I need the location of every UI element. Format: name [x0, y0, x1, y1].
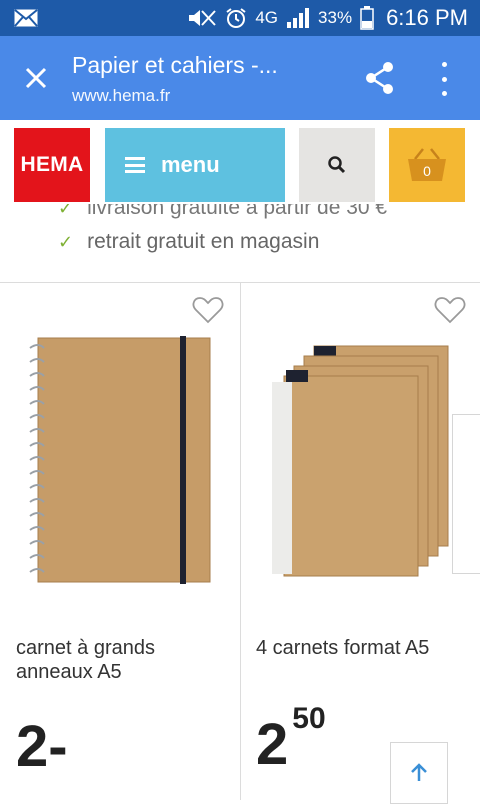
wishlist-heart-icon[interactable] [434, 296, 466, 324]
hamburger-icon [125, 157, 145, 173]
check-icon: ✓ [58, 231, 74, 252]
price-cents: 50 [292, 702, 326, 735]
share-button[interactable] [362, 58, 398, 98]
network-type: 4G [255, 8, 279, 27]
product-name[interactable]: carnet à grands anneaux A5 [16, 636, 226, 684]
next-product-card-edge [452, 414, 480, 574]
battery-percent: 33% [318, 8, 353, 27]
share-icon [366, 62, 393, 94]
product-price: 2 50 [256, 704, 338, 774]
page-title: Papier et cahiers -... [72, 52, 278, 78]
product-name[interactable]: 4 carnets format A5 [256, 636, 470, 660]
search-button[interactable] [299, 128, 375, 202]
battery-icon [360, 6, 374, 30]
scroll-to-top-button[interactable] [390, 742, 448, 804]
hema-logo[interactable]: HEMA [14, 128, 90, 202]
product-image-spiral-notebook[interactable] [26, 336, 212, 586]
benefit-item: ✓ retrait gratuit en magasin [58, 229, 319, 255]
cart-count: 0 [423, 163, 431, 179]
more-vert-icon [441, 62, 447, 67]
price-main: 2 [16, 714, 49, 779]
arrow-up-icon [411, 763, 427, 781]
cart-button[interactable]: 0 [389, 128, 465, 202]
page-url: www.hema.fr [72, 86, 171, 105]
alarm-icon [226, 8, 246, 28]
close-button[interactable] [18, 60, 54, 96]
price-main: 2 [256, 712, 289, 777]
menu-button[interactable]: menu [105, 128, 285, 202]
more-options-button[interactable] [434, 62, 454, 96]
search-icon [328, 156, 346, 174]
product-price: 2- [16, 718, 68, 776]
column-divider [240, 283, 241, 800]
email-icon [14, 9, 38, 27]
mute-icon [189, 10, 217, 26]
site-header: HEMA menu 0 [0, 120, 480, 208]
basket-icon: 0 [408, 148, 446, 181]
menu-label: menu [161, 152, 220, 177]
signal-icon [287, 8, 310, 28]
status-bar: 4G 33% 6:16 PM [0, 0, 480, 36]
close-icon [25, 67, 47, 89]
product-image-notebook-set[interactable] [270, 342, 452, 578]
price-cents: - [48, 714, 68, 779]
wishlist-heart-icon[interactable] [192, 296, 224, 324]
status-icons: 4G 33% 6:16 PM [187, 0, 468, 36]
benefit-label: retrait gratuit en magasin [87, 230, 320, 253]
clock: 6:16 PM [386, 5, 468, 30]
custom-tab-toolbar: Papier et cahiers -... www.hema.fr [0, 36, 480, 120]
